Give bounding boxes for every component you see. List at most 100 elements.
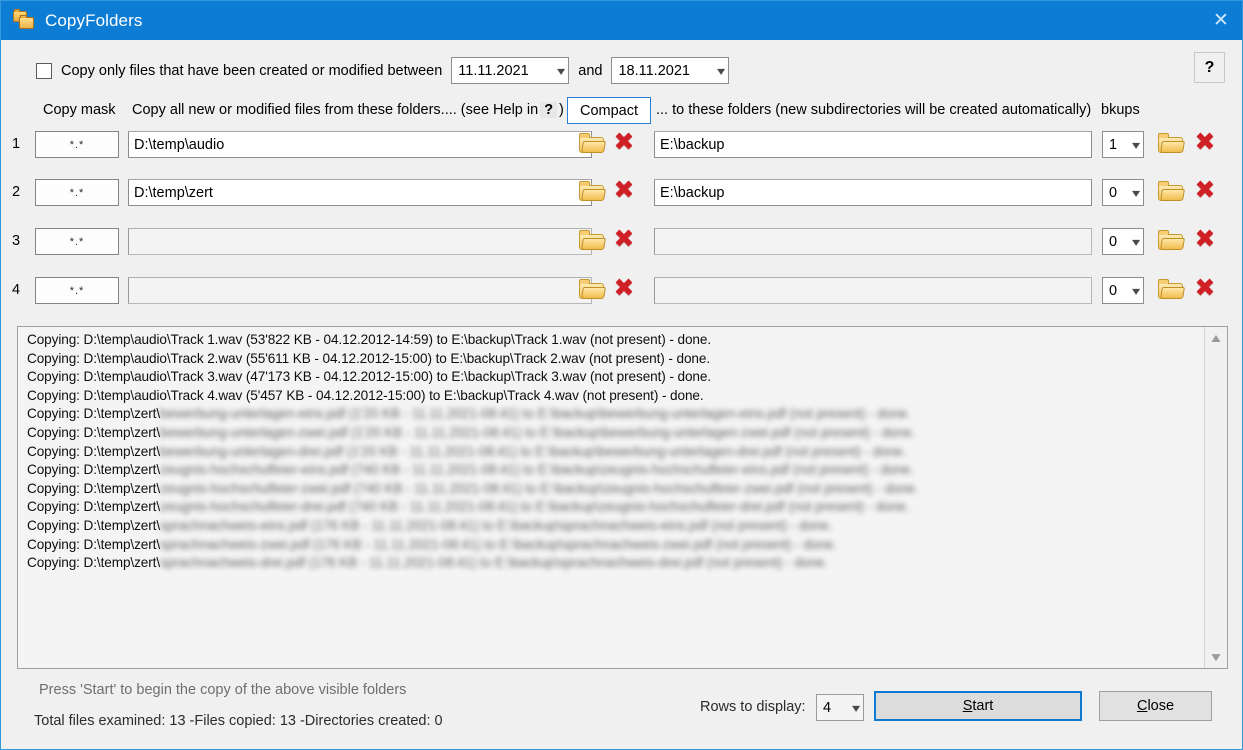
browse-destination-folder-icon[interactable] [1158, 181, 1185, 203]
log-line: Copying: D:\temp\audio\Track 3.wav (47'1… [27, 369, 712, 385]
log-line-redacted-text: zeugnis-hochschulfeier-zwei.pdf (740 KB … [160, 480, 919, 496]
copy-mask-input[interactable]: *.* [35, 179, 119, 206]
log-line-prefix: Copying: D:\temp\zert\ [27, 480, 161, 496]
clear-destination-icon[interactable]: ✖ [1193, 226, 1217, 251]
start-button-accel: S [962, 698, 973, 714]
chevron-down-icon: ▾ [1131, 137, 1141, 152]
folders-icon [13, 9, 35, 30]
source-folder-input[interactable] [128, 228, 592, 255]
source-folder-input[interactable] [128, 277, 592, 304]
browse-source-folder-icon[interactable] [579, 279, 606, 301]
help-button[interactable]: ? [1194, 52, 1225, 83]
clear-source-icon[interactable]: ✖ [612, 275, 636, 300]
bkups-combo[interactable]: 1 ▾ [1102, 131, 1144, 158]
copy-mask-input[interactable]: *.* [35, 131, 119, 158]
clear-destination-icon[interactable]: ✖ [1193, 275, 1217, 300]
browse-destination-folder-icon[interactable] [1158, 133, 1185, 155]
folder-row: 1 *.* D:\temp\audio ✖ E:\backup 1 ▾ ✖ [1, 129, 1242, 158]
destination-folder-input[interactable]: E:\backup [654, 131, 1092, 158]
chevron-down-icon: ▾ [557, 63, 566, 78]
log-line-redacted-text: bewerbung-unterlagen-drei.pdf (1'20 KB -… [160, 443, 907, 459]
rows-to-display-label: Rows to display: [700, 699, 806, 715]
date-to-value: 18.11.2021 [618, 62, 690, 79]
inline-help-icon[interactable]: ? [540, 102, 558, 118]
clear-source-icon[interactable]: ✖ [612, 226, 636, 251]
bkups-value: 0 [1109, 184, 1118, 201]
date-to-combo[interactable]: 18.11.2021 ▾ [611, 57, 730, 84]
log-line-prefix: Copying: D:\temp\zert\ [27, 462, 161, 478]
log-line: Copying: D:\temp\zert\sprachnachweis-dre… [27, 554, 1204, 573]
log-line: Copying: D:\temp\zert\zeugnis-hochschulf… [27, 498, 1204, 517]
rows-to-display-combo[interactable]: 4 ▾ [816, 694, 864, 721]
browse-source-folder-icon[interactable] [579, 181, 606, 203]
folder-row: 3 *.* ✖ 0 ▾ ✖ [1, 226, 1242, 255]
log-line-prefix: Copying: D:\temp\zert\ [27, 555, 161, 571]
row-number: 3 [12, 233, 21, 249]
bkups-combo[interactable]: 0 ▾ [1102, 277, 1144, 304]
clear-destination-icon[interactable]: ✖ [1193, 177, 1217, 202]
rows-to-display-value: 4 [823, 699, 832, 716]
bkups-combo[interactable]: 0 ▾ [1102, 179, 1144, 206]
date-filter-row: Copy only files that have been created o… [36, 57, 730, 84]
date-filter-checkbox[interactable] [36, 62, 52, 79]
copy-mask-input[interactable]: *.* [35, 277, 119, 304]
log-line-redacted-text: sprachnachweis-drei.pdf (176 KB - 11.11.… [160, 555, 828, 571]
chevron-down-icon: ▾ [1131, 185, 1141, 200]
log-scrollbar[interactable]: ▲ ▼ [1204, 327, 1227, 668]
close-button-accel: C [1136, 698, 1148, 714]
destination-folder-input[interactable] [654, 228, 1092, 255]
close-button[interactable]: Close [1099, 691, 1212, 721]
copyfolders-window: CopyFolders ✕ Copy only files that have … [0, 0, 1243, 750]
header-source-paren: ) [559, 102, 564, 118]
browse-source-folder-icon[interactable] [579, 133, 606, 155]
source-folder-input[interactable]: D:\temp\audio [128, 131, 592, 158]
browse-destination-folder-icon[interactable] [1158, 279, 1185, 301]
start-button-label: tart [972, 698, 994, 714]
copy-mask-input[interactable]: *.* [35, 228, 119, 255]
folder-row: 4 *.* ✖ 0 ▾ ✖ [1, 275, 1242, 304]
log-line-prefix: Copying: D:\temp\zert\ [27, 406, 161, 422]
bkups-value: 1 [1109, 136, 1118, 153]
log-panel[interactable]: Copying: D:\temp\audio\Track 1.wav (53'8… [17, 326, 1228, 669]
clear-source-icon[interactable]: ✖ [612, 177, 636, 202]
date-from-value: 11.11.2021 [458, 62, 529, 79]
log-line-prefix: Copying: D:\temp\zert\ [27, 517, 161, 533]
date-and-label: and [578, 62, 603, 79]
source-folder-input[interactable]: D:\temp\zert [128, 179, 592, 206]
date-filter-label: Copy only files that have been created o… [61, 62, 443, 79]
date-from-combo[interactable]: 11.11.2021 ▾ [451, 57, 570, 84]
log-line-redacted-text: zeugnis-hochschulfeier-eins.pdf (740 KB … [160, 462, 914, 478]
chevron-down-icon: ▾ [851, 700, 861, 715]
header-source-text: Copy all new or modified files from thes… [132, 102, 539, 118]
destination-folder-input[interactable]: E:\backup [654, 179, 1092, 206]
title-bar: CopyFolders ✕ [1, 1, 1242, 40]
folder-row: 2 *.* D:\temp\zert ✖ E:\backup 0 ▾ ✖ [1, 177, 1242, 206]
compact-button[interactable]: Compact [567, 97, 651, 124]
log-line: Copying: D:\temp\zert\sprachnachweis-ein… [27, 517, 1204, 536]
bkups-value: 0 [1109, 282, 1118, 299]
chevron-down-icon: ▾ [1131, 234, 1141, 249]
browse-source-folder-icon[interactable] [579, 230, 606, 252]
chevron-down-icon[interactable]: ▼ [1202, 646, 1227, 668]
close-icon[interactable]: ✕ [1198, 1, 1242, 40]
chevron-up-icon[interactable]: ▲ [1202, 327, 1227, 349]
header-source-folders: Copy all new or modified files from thes… [132, 102, 564, 118]
header-copy-mask: Copy mask [43, 102, 116, 118]
log-line-prefix: Copying: D:\temp\zert\ [27, 443, 161, 459]
status-summary: Total files examined: 13 -Files copied: … [34, 713, 443, 729]
clear-source-icon[interactable]: ✖ [612, 129, 636, 154]
log-line-prefix: Copying: D:\temp\zert\ [27, 424, 161, 440]
log-line-redacted-text: sprachnachweis-zwei.pdf (176 KB - 11.11.… [160, 536, 837, 552]
row-number: 4 [12, 282, 21, 298]
row-number: 1 [12, 136, 21, 152]
start-button[interactable]: Start [874, 691, 1082, 721]
log-line: Copying: D:\temp\zert\zeugnis-hochschulf… [27, 461, 1204, 480]
destination-folder-input[interactable] [654, 277, 1092, 304]
bkups-combo[interactable]: 0 ▾ [1102, 228, 1144, 255]
clear-destination-icon[interactable]: ✖ [1193, 129, 1217, 154]
bkups-value: 0 [1109, 233, 1118, 250]
log-line-prefix: Copying: D:\temp\zert\ [27, 536, 161, 552]
close-button-label: lose [1147, 698, 1175, 714]
log-line: Copying: D:\temp\audio\Track 4.wav (5'45… [27, 387, 704, 403]
browse-destination-folder-icon[interactable] [1158, 230, 1185, 252]
